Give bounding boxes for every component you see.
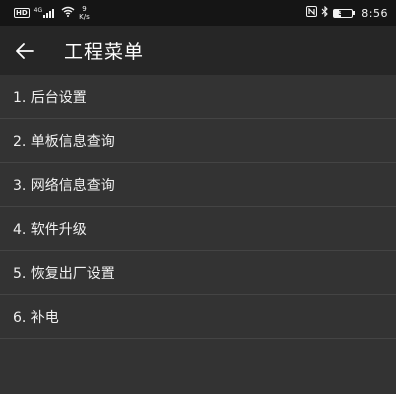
menu-item-background-settings[interactable]: 1. 后台设置 [0,75,396,119]
back-button[interactable] [12,38,38,64]
battery-body: 37 [333,8,354,18]
net-speed-value: 9 [82,5,87,13]
status-left-group: HD 4G 9 K/s [14,5,90,21]
net-speed: 9 K/s [79,5,90,21]
wifi-icon [61,6,75,20]
menu-item-software-upgrade[interactable]: 4. 软件升级 [0,207,396,251]
status-right-group: 37 8:56 [306,5,388,20]
battery-level: 37 [338,8,349,17]
menu-list: 1. 后台设置 2. 单板信息查询 3. 网络信息查询 4. 软件升级 5. 恢… [0,75,396,339]
nfc-icon [306,6,318,20]
menu-item-recharge[interactable]: 6. 补电 [0,295,396,339]
net-speed-unit: K/s [79,13,90,21]
menu-item-board-info-query[interactable]: 2. 单板信息查询 [0,119,396,163]
signal-type-label: 4G [33,7,43,14]
clock: 8:56 [361,6,388,20]
hd-icon: HD [14,8,30,18]
page-title: 工程菜单 [64,41,145,63]
status-bar: HD 4G 9 K/s 37 8:56 [0,0,396,26]
bluetooth-icon [321,5,329,20]
battery-icon: 37 [333,8,356,18]
battery-cap [353,11,356,15]
arrow-left-icon [16,42,34,59]
menu-item-network-info-query[interactable]: 3. 网络信息查询 [0,163,396,207]
signal-icon: 4G [34,8,57,18]
app-bar: 工程菜单 [0,26,396,75]
menu-item-factory-reset[interactable]: 5. 恢复出厂设置 [0,251,396,295]
